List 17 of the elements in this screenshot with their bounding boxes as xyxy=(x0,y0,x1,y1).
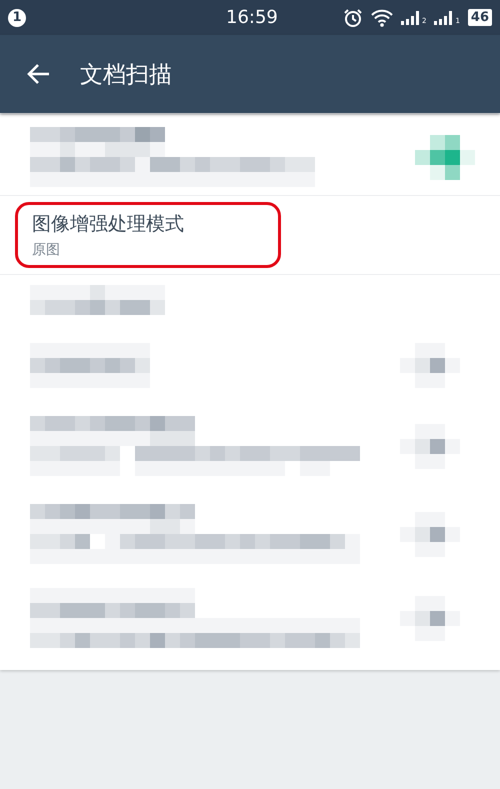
item-summary: 原图 xyxy=(32,241,61,259)
signal-icon xyxy=(400,10,421,24)
notification-badge: 1 xyxy=(8,8,26,26)
pixelated-icon xyxy=(400,512,460,556)
pixelated-icon xyxy=(415,134,475,180)
pixelated-icon xyxy=(400,596,460,640)
battery-level: 46 xyxy=(468,9,492,26)
signal-icon xyxy=(434,10,454,24)
pixelated-icon xyxy=(400,424,460,468)
settings-item[interactable]: 图像增强处理模式 原图 xyxy=(0,196,500,275)
pixelated-icon xyxy=(400,343,460,388)
item-title: 图像增强处理模式 xyxy=(32,212,185,237)
wifi-icon xyxy=(370,8,393,26)
alarm-clock-icon xyxy=(342,8,363,28)
screen-title: 文档扫描 xyxy=(80,60,172,90)
clock: 16:59 xyxy=(226,7,278,28)
back-icon[interactable] xyxy=(26,63,50,85)
